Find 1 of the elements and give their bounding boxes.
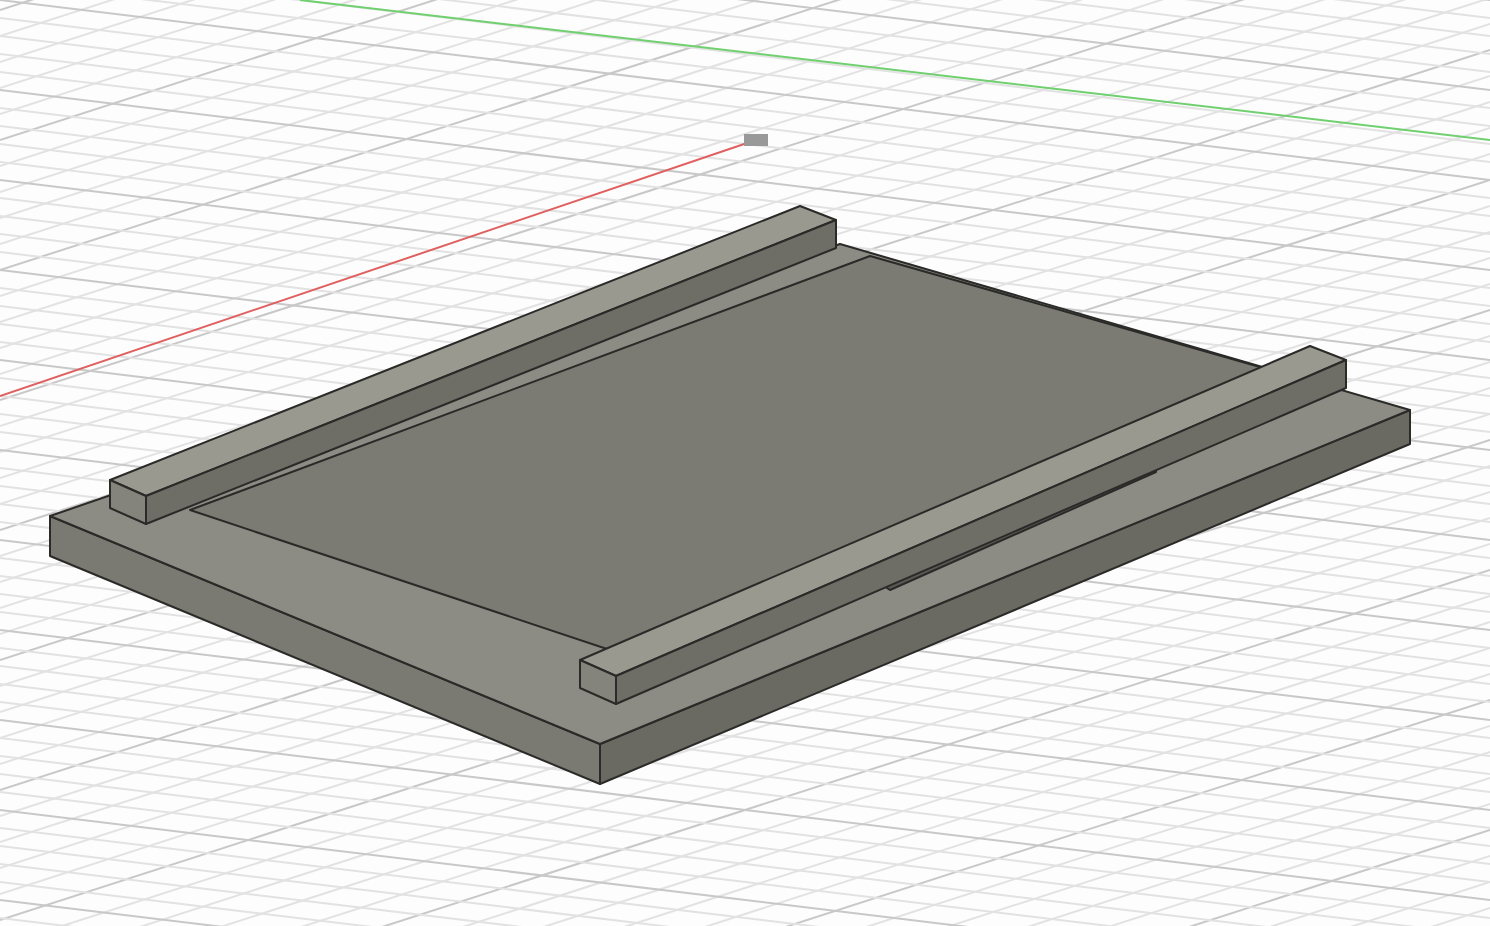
origin-marker-icon bbox=[744, 134, 768, 146]
